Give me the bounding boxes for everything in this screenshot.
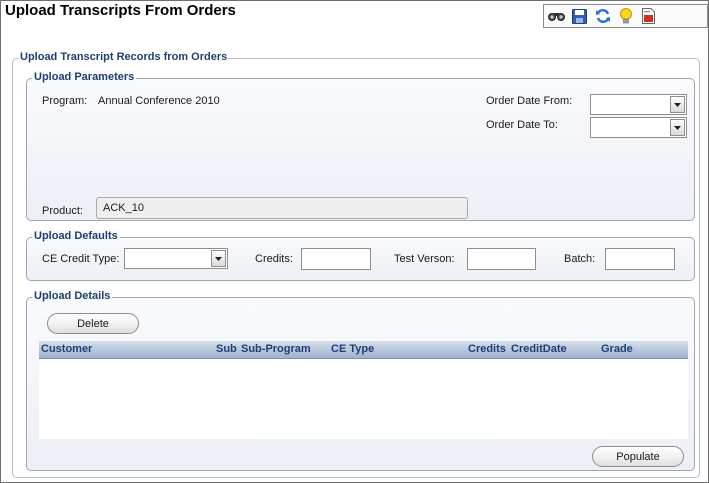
column-header-sub[interactable]: Sub (216, 343, 237, 355)
column-header-ce-type[interactable]: CE Type (331, 343, 374, 355)
page-title: Upload Transcripts From Orders (5, 2, 236, 19)
chevron-down-icon[interactable] (670, 119, 685, 136)
product-field: ACK_10 (96, 197, 468, 219)
order-date-to-combo[interactable] (590, 117, 687, 138)
credits-input[interactable] (301, 248, 371, 270)
test-version-label: Test Verson: (394, 253, 455, 265)
chevron-down-icon[interactable] (211, 250, 226, 267)
refresh-icon[interactable] (593, 7, 612, 26)
ce-credit-type-combo[interactable] (124, 248, 228, 269)
order-date-to-label: Order Date To: (486, 119, 558, 131)
test-version-input[interactable] (467, 248, 536, 270)
delete-button[interactable]: Delete (47, 313, 139, 334)
batch-input[interactable] (605, 248, 675, 270)
toolbar (543, 4, 708, 28)
ce-credit-type-label: CE Credit Type: (42, 253, 120, 265)
column-header-sub-program[interactable]: Sub-Program (241, 343, 311, 355)
save-icon[interactable] (570, 7, 589, 26)
column-header-grade[interactable]: Grade (601, 343, 633, 355)
program-value: Annual Conference 2010 (98, 95, 220, 107)
batch-label: Batch: (564, 253, 596, 265)
lightbulb-icon[interactable] (616, 7, 635, 26)
credits-label: Credits: (255, 253, 293, 265)
chevron-down-icon[interactable] (670, 96, 685, 113)
binoculars-icon[interactable] (547, 7, 566, 26)
window: Upload Transcripts From Orders Upload Tr… (0, 0, 709, 483)
report-icon[interactable] (639, 7, 658, 26)
program-label: Program: (42, 95, 88, 107)
populate-button[interactable]: Populate (592, 446, 684, 467)
upload-defaults-title: Upload Defaults (32, 230, 120, 242)
product-label: Product: (42, 205, 83, 217)
column-header-creditdate[interactable]: CreditDate (511, 343, 567, 355)
grid-header: Customer Sub Sub-Program CE Type Credits… (39, 341, 688, 359)
upload-parameters-title: Upload Parameters (32, 71, 137, 83)
details-grid: Customer Sub Sub-Program CE Type Credits… (39, 341, 688, 439)
section-title: Upload Transcript Records from Orders (19, 51, 229, 63)
order-date-from-combo[interactable] (590, 94, 687, 115)
column-header-credits[interactable]: Credits (468, 343, 506, 355)
column-header-customer[interactable]: Customer (41, 343, 92, 355)
order-date-from-label: Order Date From: (486, 95, 573, 107)
upload-details-title: Upload Details (32, 290, 113, 302)
